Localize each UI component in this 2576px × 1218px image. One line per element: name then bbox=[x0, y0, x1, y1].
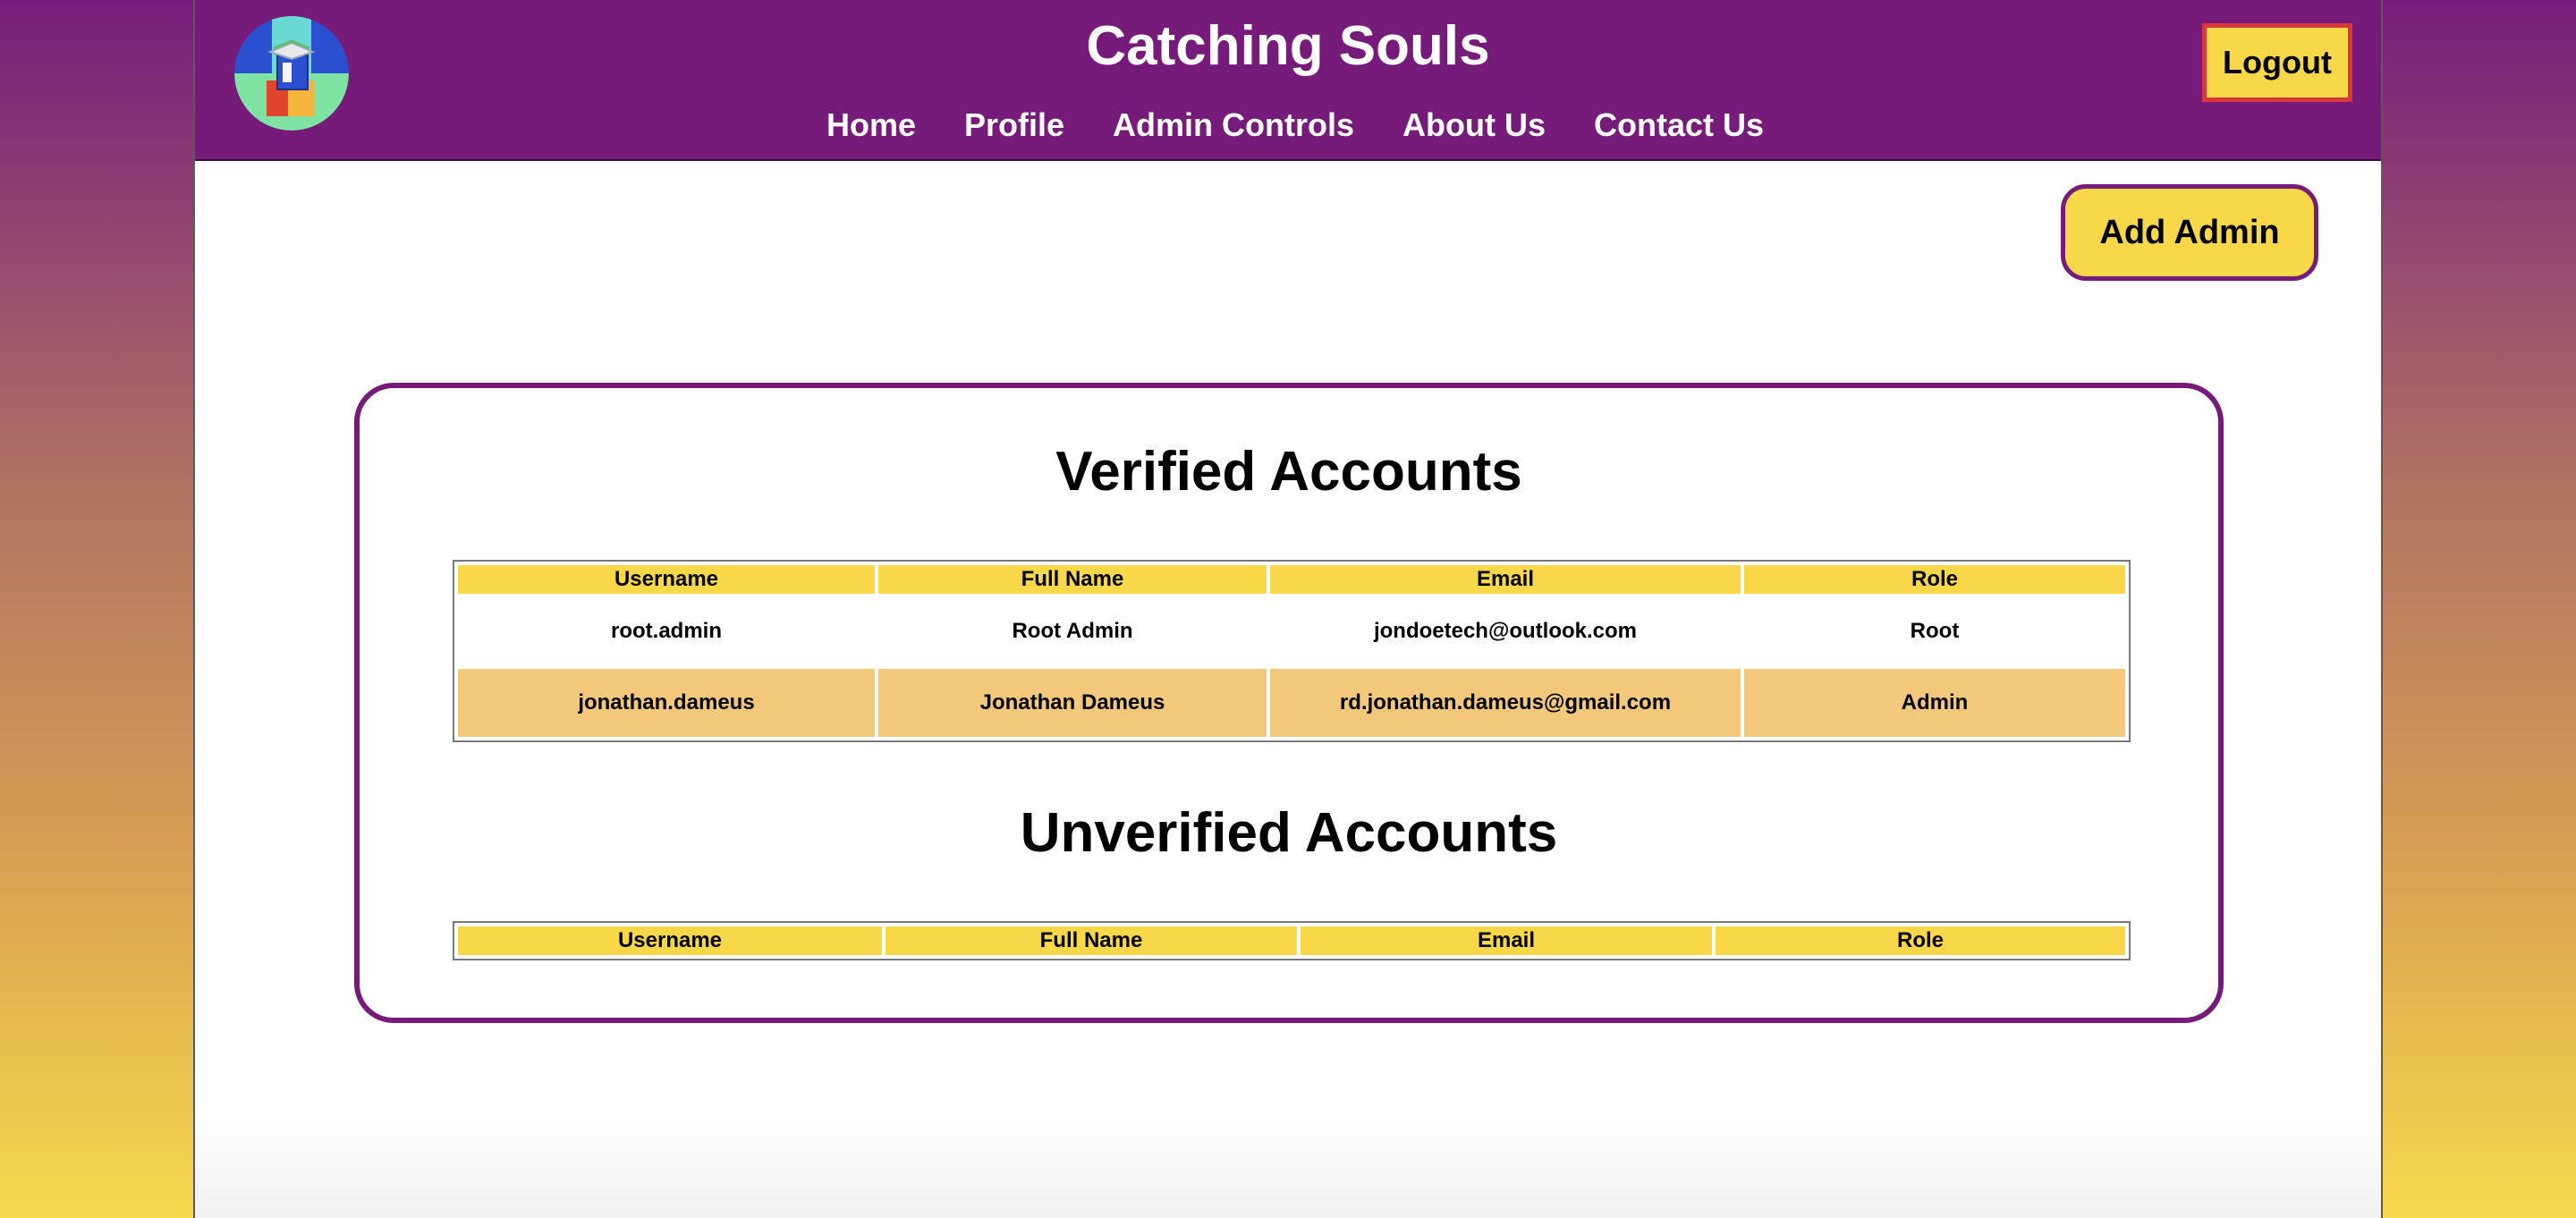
verified-accounts-table: Username Full Name Email Role root.admin… bbox=[453, 560, 2131, 742]
cell-username: jonathan.dameus bbox=[458, 669, 875, 737]
nav-about-us[interactable]: About Us bbox=[1402, 100, 1546, 150]
column-header-email[interactable]: Email bbox=[1301, 926, 1712, 955]
cell-role: Root bbox=[1744, 597, 2125, 665]
nav-profile[interactable]: Profile bbox=[964, 100, 1064, 150]
column-header-username[interactable]: Username bbox=[458, 926, 882, 955]
column-header-email[interactable]: Email bbox=[1270, 565, 1741, 594]
column-header-role[interactable]: Role bbox=[1744, 565, 2125, 594]
cell-role: Admin bbox=[1744, 669, 2125, 737]
site-header: Catching Souls Home Profile Admin Contro… bbox=[195, 0, 2381, 161]
table-header-row: Username Full Name Email Role bbox=[458, 926, 2125, 955]
table-row[interactable]: root.admin Root Admin jondoetech@outlook… bbox=[458, 597, 2125, 665]
cell-username: root.admin bbox=[458, 597, 875, 665]
table-row[interactable]: jonathan.dameus Jonathan Dameus rd.jonat… bbox=[458, 669, 2125, 737]
nav-contact-us[interactable]: Contact Us bbox=[1594, 100, 1764, 150]
column-header-full-name[interactable]: Full Name bbox=[878, 565, 1267, 594]
column-header-username[interactable]: Username bbox=[458, 565, 875, 594]
nav-home[interactable]: Home bbox=[826, 100, 916, 150]
column-header-role[interactable]: Role bbox=[1716, 926, 2125, 955]
nav-admin-controls[interactable]: Admin Controls bbox=[1113, 100, 1354, 150]
column-header-full-name[interactable]: Full Name bbox=[886, 926, 1297, 955]
main-nav: Home Profile Admin Controls About Us Con… bbox=[195, 100, 2381, 150]
unverified-accounts-table: Username Full Name Email Role bbox=[453, 921, 2131, 960]
cell-full-name: Jonathan Dameus bbox=[878, 669, 1267, 737]
cell-email: jondoetech@outlook.com bbox=[1270, 597, 1741, 665]
page-container: Catching Souls Home Profile Admin Contro… bbox=[193, 0, 2383, 1218]
verified-accounts-heading: Verified Accounts bbox=[1055, 441, 1522, 503]
logout-button[interactable]: Logout bbox=[2202, 23, 2352, 102]
table-header-row: Username Full Name Email Role bbox=[458, 565, 2125, 594]
accounts-panel: Verified Accounts Username Full Name Ema… bbox=[354, 383, 2224, 1023]
unverified-accounts-heading: Unverified Accounts bbox=[1020, 802, 1558, 864]
add-admin-button[interactable]: Add Admin bbox=[2061, 184, 2318, 281]
site-title: Catching Souls bbox=[1086, 15, 1490, 77]
cell-email: rd.jonathan.dameus@gmail.com bbox=[1270, 669, 1741, 737]
cell-full-name: Root Admin bbox=[878, 597, 1267, 665]
